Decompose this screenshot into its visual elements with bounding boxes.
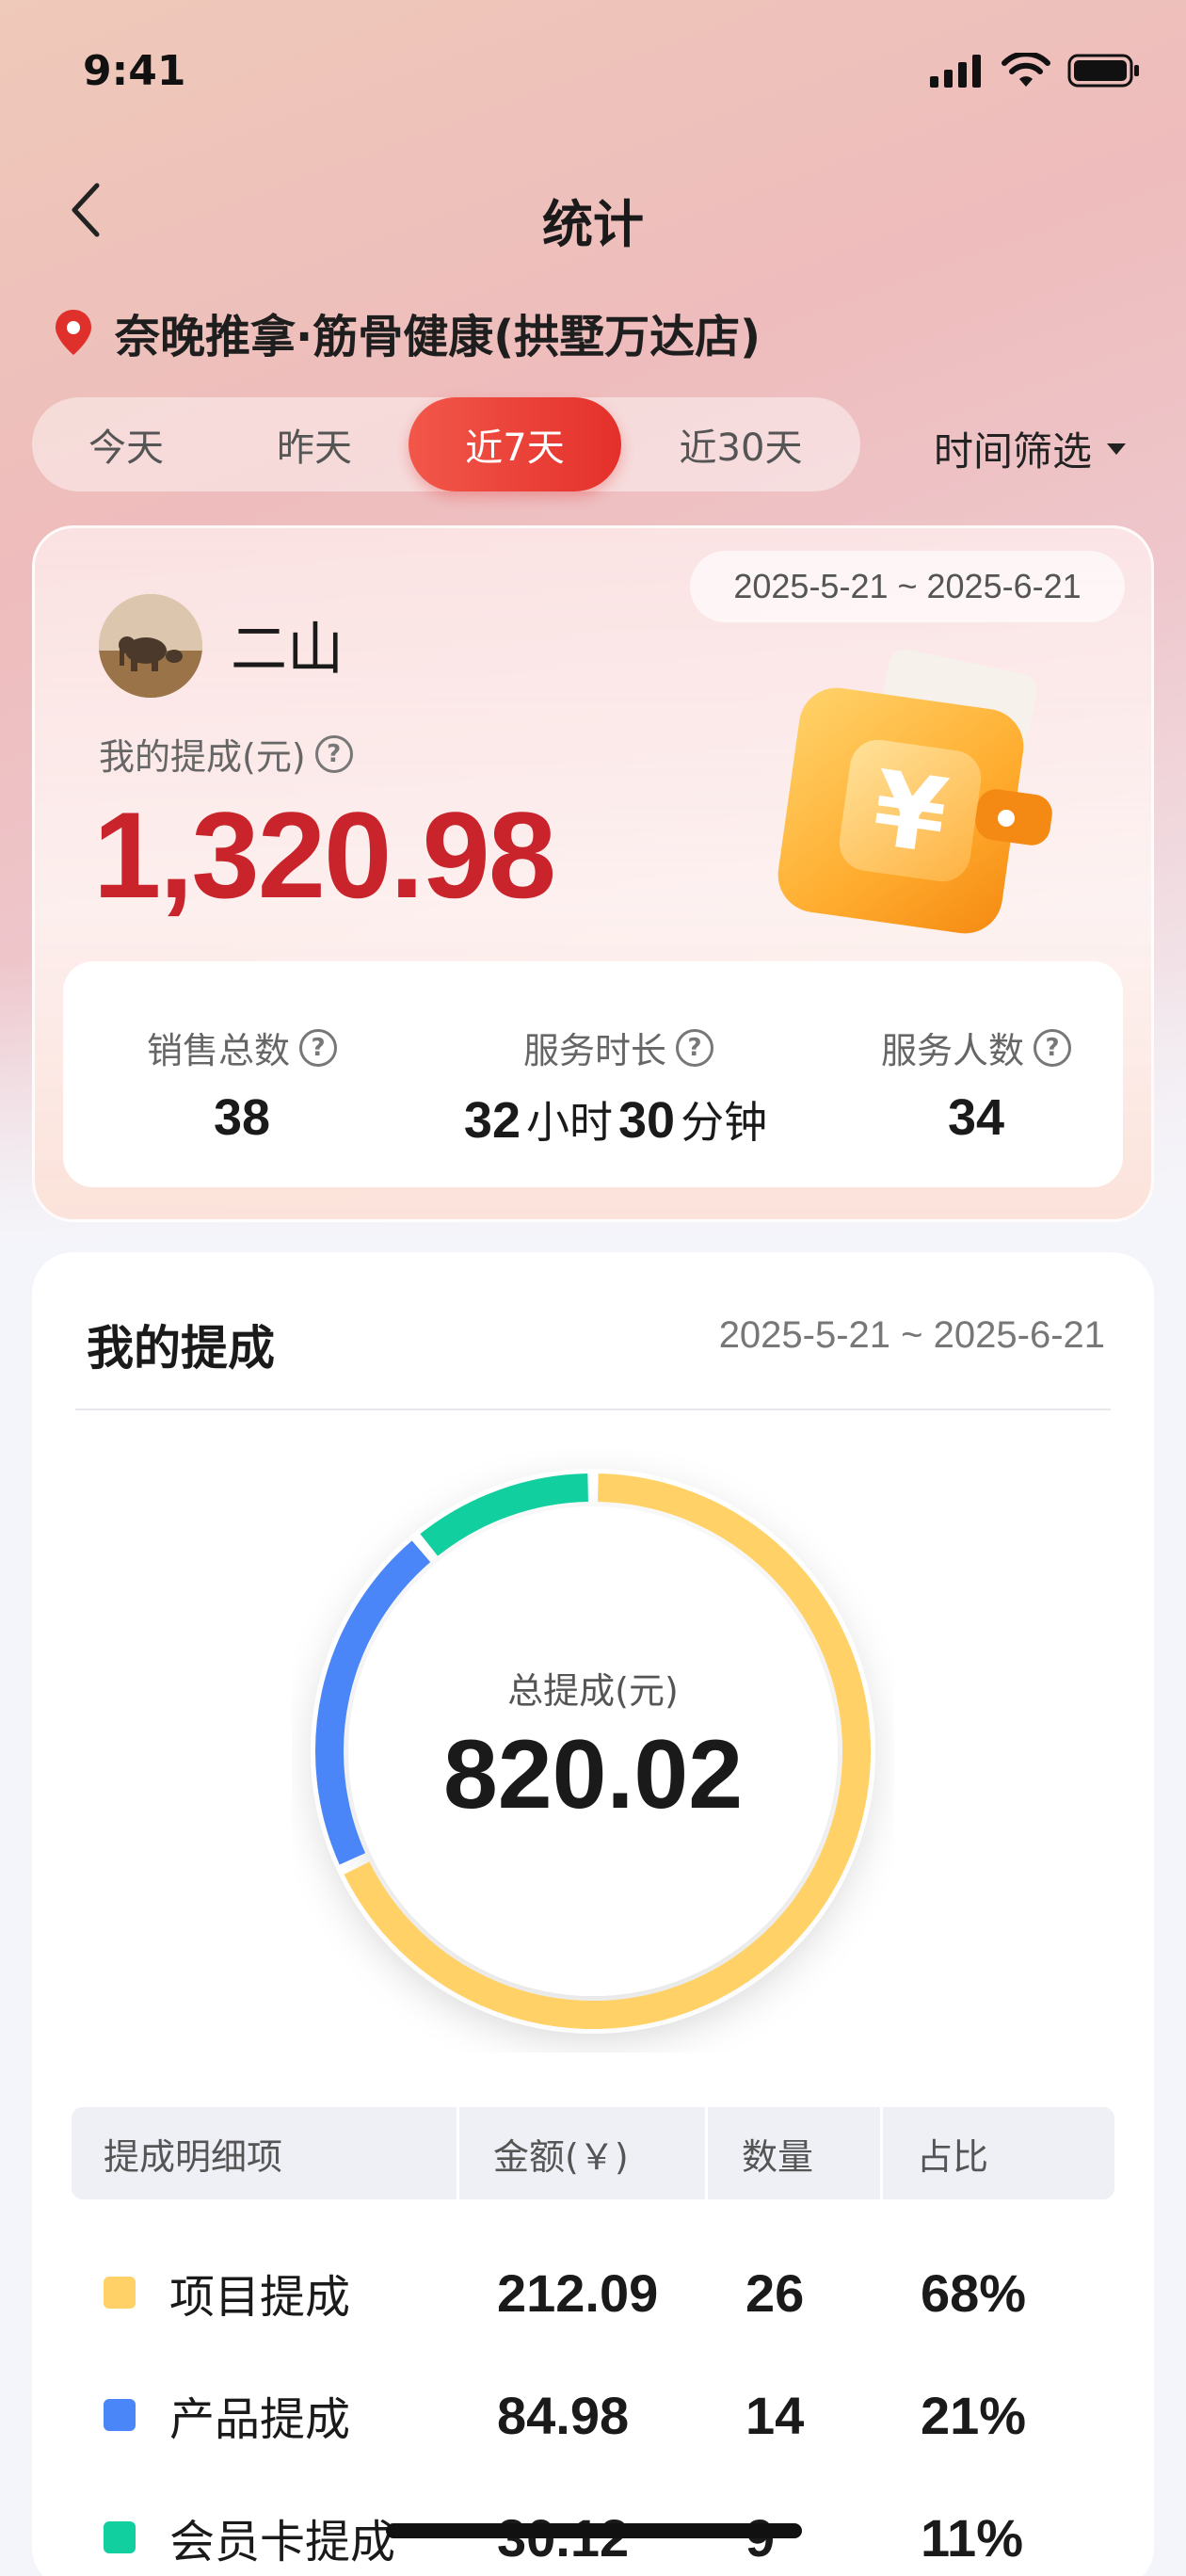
legend-swatch-green [104, 2521, 136, 2553]
sales-label: 销售总数 [146, 1030, 290, 1071]
total-commission-label: 总提成(元) [507, 1670, 679, 1712]
store-name: 奈晚推拿·筋骨健康(拱墅万达店) [115, 311, 761, 363]
wifi-icon [1002, 53, 1050, 87]
tab-yesterday[interactable]: 昨天 [220, 397, 409, 491]
caret-down-icon [1107, 443, 1127, 455]
header-item: 提成明细项 [72, 2107, 459, 2199]
tab-today[interactable]: 今天 [32, 397, 220, 491]
people-value: 34 [947, 1089, 1005, 1146]
row-name: 会员卡提成 [169, 2516, 396, 2568]
store-selector[interactable]: 奈晚推拿·筋骨健康(拱墅万达店) [53, 299, 761, 365]
row-share: 11% [921, 2507, 1023, 2568]
row-count: 14 [745, 2385, 805, 2445]
duration-value: 32 小时 30 分钟 [421, 1088, 816, 1151]
commission-label-row: 我的提成(元) ? [99, 728, 353, 780]
time-filter-label: 时间筛选 [934, 428, 1093, 475]
section-date-range: 2025-5-21 ~ 2025-6-21 [718, 1314, 1105, 1356]
page-title: 统计 [542, 195, 644, 254]
location-pin-icon [56, 310, 91, 355]
duration-hours: 32 [463, 1092, 521, 1149]
commission-value: 1,320.98 [93, 786, 556, 924]
home-indicator [386, 2523, 802, 2538]
duration-minutes-unit: 分钟 [681, 1098, 768, 1147]
status-icons [928, 53, 1141, 89]
header-amount: 金额(￥) [459, 2107, 708, 2199]
row-name: 产品提成 [169, 2393, 351, 2446]
stat-sales: 销售总数 ? 38 [101, 961, 383, 1187]
duration-minutes: 30 [618, 1092, 676, 1149]
row-name: 项目提成 [169, 2271, 351, 2324]
help-icon[interactable]: ? [1034, 1028, 1071, 1067]
row-amount: 212.09 [497, 2262, 659, 2323]
battery-icon [1067, 54, 1139, 88]
stats-panel: 销售总数 ? 38 服务时长 ? 32 小时 30 分钟 服务人数 ? 34 [63, 961, 1123, 1187]
row-share: 68% [921, 2262, 1027, 2323]
duration-label: 服务时长 [522, 1030, 666, 1071]
section-title: 我的提成 [87, 1321, 275, 1376]
divider [75, 1409, 1111, 1410]
header-share: 占比 [917, 2135, 989, 2178]
summary-date-range: 2025-5-21 ~ 2025-6-21 [690, 551, 1125, 622]
status-time: 9:41 [83, 47, 186, 95]
people-label: 服务人数 [880, 1030, 1024, 1071]
wallet-yuan-icon: ¥ [777, 651, 1052, 934]
cellular-signal-icon [930, 55, 981, 88]
summary-card: 2025-5-21 ~ 2025-6-21 二山 我的提成(元) ? 1,320… [32, 525, 1154, 1222]
commission-label: 我的提成(元) [99, 736, 306, 778]
sales-value: 38 [213, 1089, 271, 1146]
time-filter-button[interactable]: 时间筛选 [934, 420, 1128, 477]
status-bar: 9:41 [0, 0, 1186, 141]
user-name: 二山 [231, 617, 344, 683]
total-commission-value: 820.02 [442, 1720, 744, 1829]
tab-last-7-days[interactable]: 近7天 [409, 397, 621, 491]
legend-swatch-blue [104, 2399, 136, 2431]
help-icon[interactable]: ? [299, 1028, 337, 1067]
navigation-bar: 统计 [0, 160, 1186, 264]
duration-hours-unit: 小时 [526, 1098, 613, 1147]
help-icon[interactable]: ? [314, 734, 353, 773]
legend-swatch-yellow [104, 2277, 136, 2309]
row-count: 26 [745, 2262, 805, 2323]
commission-detail-card: 我的提成 2025-5-21 ~ 2025-6-21 总提成(元) 820.02… [32, 1252, 1154, 2576]
table-row: 项目提成 212.09 26 68% [72, 2241, 1114, 2344]
help-icon[interactable]: ? [676, 1028, 713, 1067]
header-count: 数量 [708, 2107, 883, 2199]
stat-people-served: 服务人数 ? 34 [835, 961, 1117, 1187]
table-row: 产品提成 84.98 14 21% [72, 2363, 1114, 2467]
date-range-tabs: 今天 昨天 近7天 近30天 [32, 397, 860, 491]
row-share: 21% [921, 2385, 1027, 2445]
donut-center: 总提成(元) 820.02 [292, 1450, 894, 2053]
tab-last-30-days[interactable]: 近30天 [621, 397, 860, 491]
table-header: 提成明细项 金额(￥) 数量 占比 [72, 2107, 1114, 2199]
stat-service-duration: 服务时长 ? 32 小时 30 分钟 [421, 961, 816, 1187]
row-amount: 84.98 [497, 2385, 630, 2445]
avatar [99, 594, 202, 698]
